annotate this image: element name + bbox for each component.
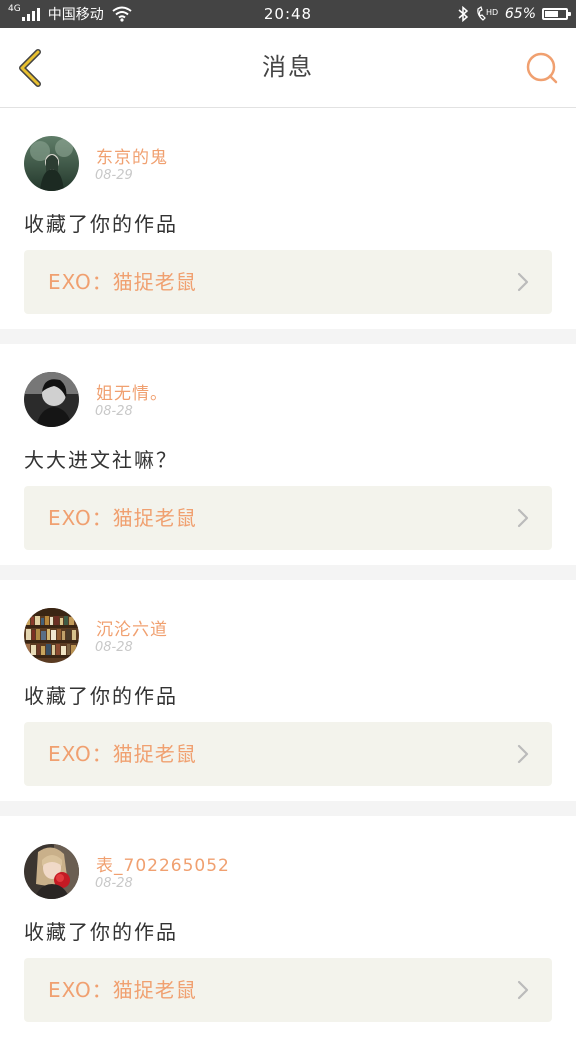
- nav-bar: 消息: [0, 28, 576, 108]
- message-date: 08-29: [95, 168, 133, 183]
- battery-fill: [545, 11, 558, 17]
- work-link[interactable]: EXO：猫捉老鼠: [24, 958, 552, 1022]
- work-link[interactable]: EXO：猫捉老鼠: [24, 250, 552, 314]
- message-content: 收藏了你的作品: [24, 684, 178, 708]
- work-link[interactable]: EXO：猫捉老鼠: [24, 486, 552, 550]
- avatar[interactable]: [24, 136, 79, 191]
- bluetooth-icon: [457, 6, 469, 22]
- battery-percent: 65%: [504, 6, 536, 22]
- user-name[interactable]: 表_702265052: [96, 851, 230, 876]
- message-item: 表_702265052 08-28 收藏了你的作品 EXO：猫捉老鼠: [0, 816, 576, 1037]
- status-bar: 4G 中国移动 20:48 HD 65%: [0, 0, 576, 28]
- work-link[interactable]: EXO：猫捉老鼠: [24, 722, 552, 786]
- work-title: EXO：猫捉老鼠: [48, 270, 197, 294]
- chevron-right-icon: [517, 980, 529, 1000]
- hd-call-icon: HD: [475, 6, 499, 22]
- page-title: 消息: [262, 53, 314, 81]
- message-date: 08-28: [95, 404, 133, 419]
- avatar[interactable]: [24, 844, 79, 899]
- user-name[interactable]: 东京的鬼: [96, 143, 168, 168]
- message-content: 大大进文社嘛？: [24, 448, 178, 472]
- message-date: 08-28: [95, 640, 133, 655]
- svg-text:HD: HD: [486, 8, 498, 17]
- search-icon: [526, 52, 558, 84]
- avatar[interactable]: [24, 372, 79, 427]
- message-item: 姐无情。 08-28 大大进文社嘛？ EXO：猫捉老鼠: [0, 344, 576, 565]
- work-title: EXO：猫捉老鼠: [48, 742, 197, 766]
- message-item: 沉沦六道 08-28 收藏了你的作品 EXO：猫捉老鼠: [0, 580, 576, 801]
- work-title: EXO：猫捉老鼠: [48, 978, 197, 1002]
- chevron-right-icon: [517, 272, 529, 292]
- battery-icon: [542, 8, 571, 20]
- message-list: 东京的鬼 08-29 收藏了你的作品 EXO：猫捉老鼠 姐无情。 08-28 大…: [0, 108, 576, 1037]
- message-item: 东京的鬼 08-29 收藏了你的作品 EXO：猫捉老鼠: [0, 108, 576, 329]
- status-right: HD 65%: [457, 0, 571, 28]
- message-content: 收藏了你的作品: [24, 212, 178, 236]
- search-button[interactable]: [524, 50, 560, 86]
- avatar[interactable]: [24, 608, 79, 663]
- user-name[interactable]: 姐无情。: [96, 379, 168, 404]
- chevron-right-icon: [517, 508, 529, 528]
- work-title: EXO：猫捉老鼠: [48, 506, 197, 530]
- user-name[interactable]: 沉沦六道: [96, 615, 168, 640]
- message-content: 收藏了你的作品: [24, 920, 178, 944]
- chevron-right-icon: [517, 744, 529, 764]
- message-date: 08-28: [95, 876, 133, 891]
